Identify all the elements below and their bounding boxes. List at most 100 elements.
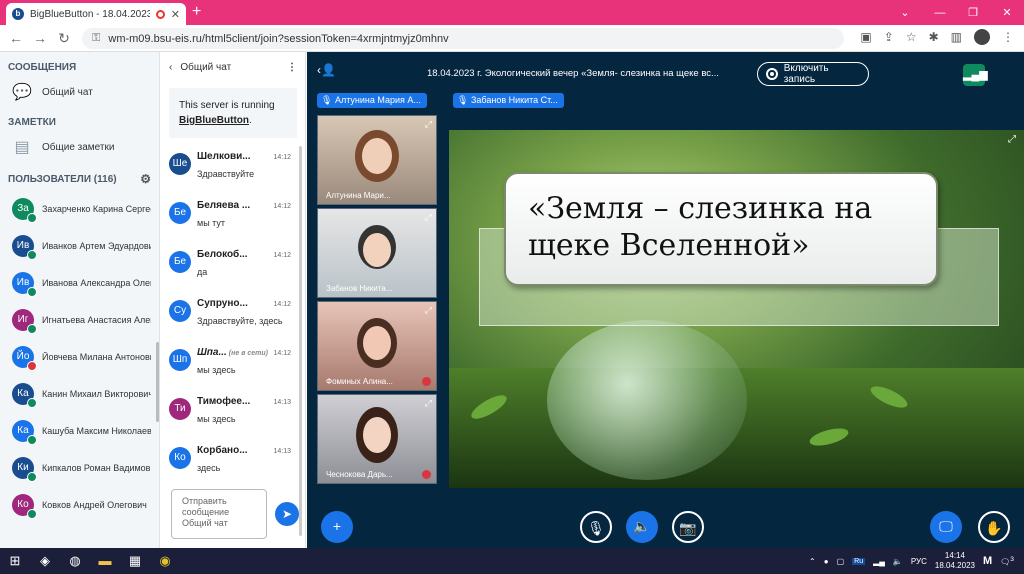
user-list-scrollbar[interactable] — [156, 342, 159, 422]
webcam-tile[interactable]: ⤢ Чеснокова Дарь... — [317, 394, 437, 484]
fullscreen-icon[interactable]: ⤢ — [425, 305, 432, 316]
url-text: wm-m09.bsu-eis.ru/html5client/join?sessi… — [108, 32, 449, 45]
user-avatar: Ка — [12, 419, 37, 445]
meeting-area: ‹👤 18.04.2023 г. Экологический вечер «Зе… — [307, 52, 1024, 548]
side-panel-icon[interactable]: ▥ — [951, 30, 962, 44]
message-input[interactable]: Отправить сообщение Общий чат — [171, 489, 267, 539]
message-time: 14:12 — [273, 350, 291, 357]
browser-tab[interactable]: b BigBlueButton - 18.04.2023 г. Э ✕ — [6, 3, 186, 25]
taskbar-app-icon[interactable]: ◍ — [60, 548, 90, 574]
bookmark-star-icon[interactable]: ☆ — [906, 30, 917, 44]
webcam-name[interactable]: Алтунина Мари... — [326, 191, 391, 200]
mic-icon: 🎙 — [457, 95, 469, 105]
camera-icon[interactable]: ▣ — [860, 30, 871, 44]
fullscreen-icon[interactable]: ⤢ — [425, 212, 432, 223]
message-body: Шпа... (не в сети) 14:12 мы здесь — [197, 347, 291, 391]
users-section-title: ПОЛЬЗОВАТЕЛИ (116) ⚙ — [0, 162, 159, 190]
extensions-icon[interactable]: ✱ — [929, 30, 939, 44]
welcome-link[interactable]: BigBlueButton — [179, 115, 249, 126]
mute-mic-button[interactable]: 🎙 — [580, 511, 612, 543]
webcam-tile[interactable]: ⤢ Фоминых Алина... — [317, 301, 437, 391]
shared-notes-item[interactable]: ▤ Общие заметки — [0, 132, 159, 162]
user-list-item[interactable]: Йо Йовчева Милана Антоновна — [0, 338, 159, 375]
hide-chat-icon[interactable]: ‹ — [169, 62, 172, 73]
muted-mic-icon — [422, 377, 431, 386]
keyboard-layout-badge[interactable]: Ru — [852, 557, 866, 565]
user-list-item[interactable]: Иг Игнатьева Анастасия Алек... — [0, 301, 159, 338]
forward-icon[interactable]: → — [28, 30, 52, 46]
user-name: Кашуба Максим Николаевич — [42, 425, 151, 436]
meeting-title: 18.04.2023 г. Экологический вечер «Земля… — [427, 68, 719, 79]
user-list-item[interactable]: Ка Канин Михаил Викторович — [0, 375, 159, 412]
fullscreen-icon[interactable]: ⤢ — [425, 119, 432, 130]
profile-avatar[interactable] — [974, 29, 990, 45]
volume-icon[interactable]: 🔈 — [893, 557, 903, 566]
share-icon[interactable]: ⇪ — [884, 30, 894, 44]
file-explorer-icon[interactable]: ▬ — [90, 548, 120, 574]
message-header: Шпа... (не в сети) 14:12 — [197, 347, 291, 358]
webcam-name[interactable]: Чеснокова Дарь... — [326, 470, 393, 479]
message-time: 14:12 — [273, 301, 291, 308]
network-icon[interactable]: ▂▄ — [873, 557, 885, 566]
connection-status-icon[interactable]: ▂▄▆ — [963, 64, 988, 86]
talking-indicator[interactable]: 🎙 Забанов Никита Ст... — [453, 93, 564, 108]
back-icon[interactable]: ← — [4, 30, 28, 46]
language-indicator[interactable]: РУС — [911, 557, 927, 566]
chat-title[interactable]: Общий чат — [180, 62, 231, 73]
actions-plus-button[interactable]: + — [321, 511, 353, 543]
webcam-tile[interactable]: ⤢ Алтунина Мари... — [317, 115, 437, 205]
chat-message: Шп Шпа... (не в сети) 14:12 мы здесь — [161, 342, 297, 391]
tray-app-icon[interactable]: ▢ — [837, 557, 845, 566]
taskbar-app-icon[interactable]: ▦ — [120, 548, 150, 574]
audio-button[interactable]: 🔈 — [626, 511, 658, 543]
app-logo-icon[interactable]: M — [983, 555, 992, 567]
menu-icon[interactable]: ⋮ — [1002, 30, 1014, 44]
taskbar-app-icon[interactable]: ◈ — [30, 548, 60, 574]
start-icon[interactable]: ⊞ — [0, 548, 30, 574]
fullscreen-icon[interactable]: ⤢ — [425, 398, 432, 409]
clock[interactable]: 14:14 18.04.2023 — [935, 551, 975, 571]
close-tab-icon[interactable]: ✕ — [171, 8, 180, 21]
restore-button[interactable]: ❐ — [958, 0, 988, 25]
minimize-button[interactable]: — — [925, 0, 955, 25]
tray-app-icon[interactable]: ● — [824, 557, 829, 566]
record-label: Включить запись — [783, 63, 829, 85]
message-header: Беляева ... 14:12 — [197, 200, 291, 211]
fullscreen-icon[interactable]: ⤢ — [1008, 134, 1016, 145]
user-avatar: Ив — [12, 271, 37, 297]
talking-indicator[interactable]: 🎙 Алтунина Мария А... — [317, 93, 427, 108]
webcam-name[interactable]: Забанов Никита... — [326, 284, 392, 293]
close-window-button[interactable]: ✕ — [992, 0, 1022, 25]
notifications-icon[interactable]: 🗨3 — [1000, 556, 1014, 567]
raise-hand-button[interactable]: ✋ — [978, 511, 1010, 543]
site-info-icon[interactable]: ⚿ — [92, 32, 100, 45]
presentation-slide[interactable]: «Земля – слезинка на щеке Вселенной» ⤢ — [449, 130, 1024, 488]
chat-scrollbar[interactable] — [299, 146, 302, 536]
user-list-item[interactable]: Ка Кашуба Максим Николаевич — [0, 412, 159, 449]
record-button[interactable]: Включить запись — [757, 62, 869, 86]
mic-icon — [27, 212, 37, 223]
user-list-item[interactable]: Ив Иванков Артем Эдуардович — [0, 227, 159, 264]
presentation-button[interactable]: 🖵 — [930, 511, 962, 543]
reload-icon[interactable]: ↻ — [52, 30, 76, 47]
new-tab-button[interactable]: + — [192, 3, 201, 21]
user-list-item[interactable]: Ко Ковков Андрей Олегович — [0, 486, 159, 523]
camera-off-button[interactable]: 📷 — [672, 511, 704, 543]
send-button[interactable]: ➤ — [275, 502, 299, 526]
user-list-item[interactable]: За Захарченко Карина Сергее... — [0, 190, 159, 227]
avatar-initials: Ка — [17, 387, 29, 399]
tab-search-icon[interactable]: ⌄ — [890, 0, 920, 25]
user-list-item[interactable]: Ки Кипкалов Роман Вадимович — [0, 449, 159, 486]
chat-options-icon[interactable]: ⋮ — [287, 62, 297, 73]
gear-icon[interactable]: ⚙ — [140, 172, 151, 186]
message-body: Корбано... 14:13 здесь — [197, 445, 291, 489]
user-list-item[interactable]: Ив Иванова Александра Олег... — [0, 264, 159, 301]
address-bar[interactable]: ⚿ wm-m09.bsu-eis.ru/html5client/join?ses… — [82, 28, 844, 49]
tray-chevron-icon[interactable]: ⌃ — [809, 557, 816, 566]
webcam-name[interactable]: Фоминых Алина... — [326, 377, 393, 386]
chrome-icon[interactable]: ◉ — [150, 548, 180, 574]
toggle-userlist-icon[interactable]: ‹👤 — [317, 63, 336, 77]
webcam-tile[interactable]: ⤢ Забанов Никита... — [317, 208, 437, 298]
public-chat-item[interactable]: 💬 Общий чат — [0, 77, 159, 107]
message-avatar: Бе — [169, 202, 191, 224]
